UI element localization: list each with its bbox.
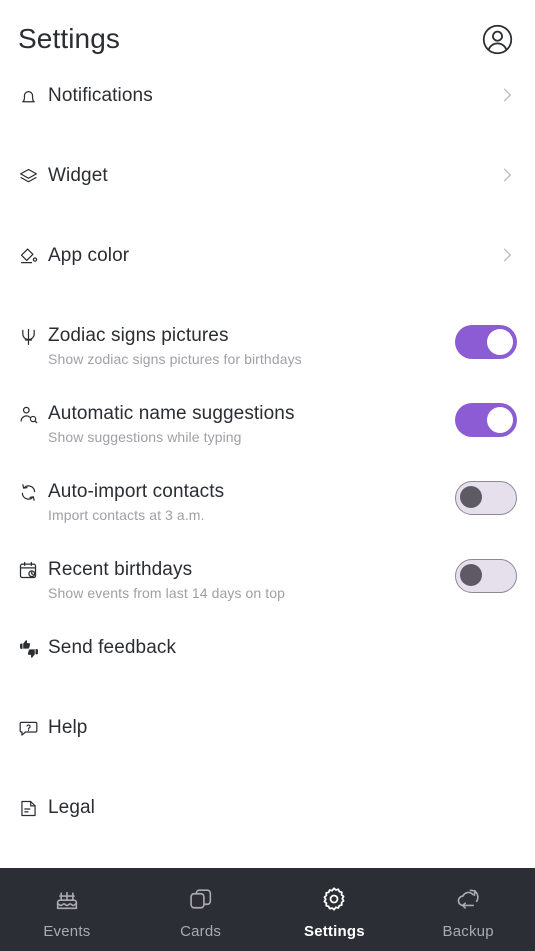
row-trailing <box>475 84 517 105</box>
settings-row-app-color[interactable]: App color <box>0 244 535 302</box>
gear-icon <box>320 885 348 918</box>
row-text: Automatic name suggestions Show suggesti… <box>48 402 455 447</box>
calendar-clock-icon <box>18 558 48 580</box>
row-text: Auto-import contacts Import contacts at … <box>48 480 455 525</box>
row-text: Legal <box>48 796 475 820</box>
row-trailing <box>455 402 517 437</box>
row-trailing <box>475 716 517 717</box>
row-text: Widget <box>48 164 475 188</box>
help-bubble-icon <box>18 716 48 739</box>
row-title: Recent birthdays <box>48 559 193 580</box>
toggle-zodiac-signs-pictures[interactable] <box>455 325 517 359</box>
row-trailing <box>455 558 517 593</box>
chevron-right-icon[interactable] <box>497 245 517 265</box>
row-trailing <box>475 244 517 265</box>
cake-icon <box>53 885 81 918</box>
settings-row-automatic-name-suggestions[interactable]: Automatic name suggestions Show suggesti… <box>0 402 535 460</box>
settings-screen: Settings Notifications Widget App color … <box>0 0 535 951</box>
toggle-knob <box>460 564 482 586</box>
nav-item-settings[interactable]: Settings <box>268 868 402 951</box>
nav-item-events[interactable]: Events <box>0 868 134 951</box>
settings-row-auto-import-contacts[interactable]: Auto-import contacts Import contacts at … <box>0 480 535 538</box>
toggle-automatic-name-suggestions[interactable] <box>455 403 517 437</box>
row-title: Zodiac signs pictures <box>48 325 229 346</box>
toggle-knob <box>487 329 513 355</box>
toggle-recent-birthdays[interactable] <box>455 559 517 593</box>
bell-icon <box>18 84 48 107</box>
toggle-knob <box>487 407 513 433</box>
settings-row-notifications[interactable]: Notifications <box>0 84 535 142</box>
row-title: Legal <box>48 797 95 818</box>
paint-bucket-icon <box>18 244 48 267</box>
row-subtitle: Show zodiac signs pictures for birthdays <box>48 351 302 367</box>
row-subtitle: Show events from last 14 days on top <box>48 585 286 601</box>
settings-row-legal[interactable]: Legal <box>0 796 535 854</box>
chevron-right-icon[interactable] <box>497 165 517 185</box>
row-text: App color <box>48 244 475 268</box>
row-title: Auto-import contacts <box>48 481 225 502</box>
row-title: Notifications <box>48 85 153 106</box>
bottom-navigation-bar: Events Cards Settings Backup <box>0 868 535 951</box>
settings-row-help[interactable]: Help <box>0 716 535 774</box>
row-text: Recent birthdays Show events from last 1… <box>48 558 455 603</box>
page-title: Settings <box>18 23 120 54</box>
cloud-sync-icon <box>454 885 482 918</box>
settings-row-recent-birthdays[interactable]: Recent birthdays Show events from last 1… <box>0 558 535 616</box>
nav-label: Events <box>43 923 91 940</box>
thumbs-up-down-icon <box>18 636 48 660</box>
nav-item-backup[interactable]: Backup <box>401 868 535 951</box>
row-text: Help <box>48 716 475 740</box>
nav-label: Backup <box>442 923 494 940</box>
person-search-icon <box>18 402 48 425</box>
row-trailing <box>475 796 517 797</box>
settings-row-send-feedback[interactable]: Send feedback <box>0 636 535 694</box>
row-text: Notifications <box>48 84 475 108</box>
row-title: Automatic name suggestions <box>48 403 295 424</box>
toggle-auto-import-contacts[interactable] <box>455 481 517 515</box>
nav-label: Cards <box>180 923 222 940</box>
row-trailing <box>455 480 517 515</box>
settings-row-widget[interactable]: Widget <box>0 164 535 222</box>
row-trailing <box>475 164 517 185</box>
row-title: Send feedback <box>48 637 177 658</box>
account-circle-icon[interactable] <box>477 19 517 59</box>
layers-icon <box>18 164 48 187</box>
chevron-right-icon[interactable] <box>497 85 517 105</box>
row-text: Send feedback <box>48 636 475 660</box>
row-title: Help <box>48 717 88 738</box>
row-subtitle: Show suggestions while typing <box>48 429 242 445</box>
row-trailing <box>475 636 517 637</box>
trident-icon <box>18 324 48 347</box>
settings-list: Notifications Widget App color Zodiac si… <box>0 78 535 868</box>
row-title: Widget <box>48 165 108 186</box>
row-subtitle: Import contacts at 3 a.m. <box>48 507 205 523</box>
row-title: App color <box>48 245 130 266</box>
row-trailing <box>455 324 517 359</box>
nav-item-cards[interactable]: Cards <box>134 868 268 951</box>
cards-icon <box>187 885 215 918</box>
nav-label: Settings <box>303 923 365 940</box>
refresh-icon <box>18 480 48 503</box>
settings-row-zodiac-signs-pictures[interactable]: Zodiac signs pictures Show zodiac signs … <box>0 324 535 382</box>
document-icon <box>18 796 48 819</box>
app-header: Settings <box>0 0 535 78</box>
row-text: Zodiac signs pictures Show zodiac signs … <box>48 324 455 369</box>
toggle-knob <box>460 486 482 508</box>
